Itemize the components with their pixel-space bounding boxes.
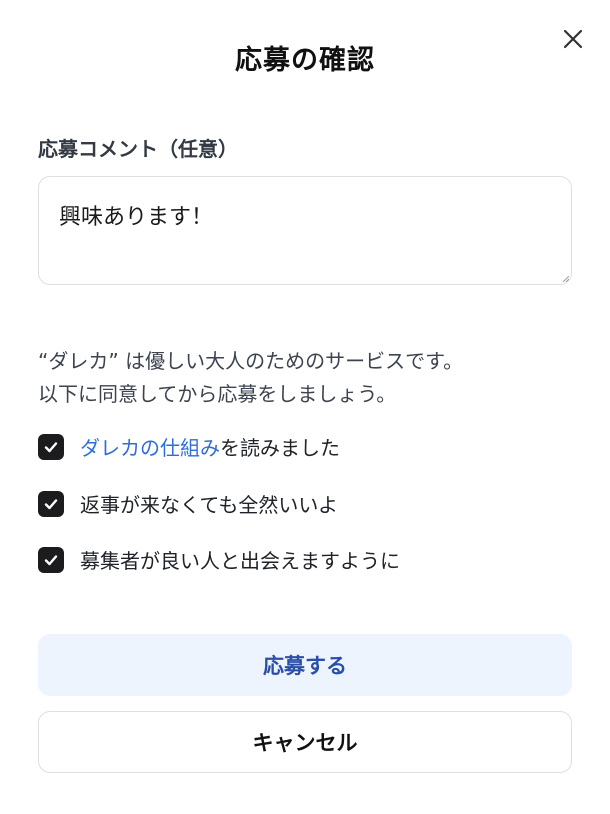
notice-line-1: “ダレカ” は優しい大人のためのサービスです。 [38,349,464,373]
agreement-row-1[interactable]: ダレカの仕組み を読みました [38,432,340,461]
apply-button[interactable]: 応募する [38,634,572,696]
agreement-checkbox-3[interactable] [38,546,64,573]
close-button[interactable] [560,26,586,52]
checkmark-icon [44,498,58,509]
close-icon [563,29,583,49]
cancel-button[interactable]: キャンセル [38,711,572,773]
agreement-checkbox-1[interactable] [38,433,64,460]
checkmark-icon [44,441,58,452]
apply-confirm-dialog: 応募の確認 応募コメント（任意） “ダレカ” は優しい大人のためのサービスです。… [0,0,610,814]
dialog-title: 応募の確認 [235,45,375,76]
agreement-text-1: を読みました [220,436,340,460]
comment-input[interactable] [38,176,572,285]
checkmark-icon [44,554,58,565]
resize-grip-icon[interactable] [563,276,569,282]
agreement-text-2: 返事が来なくても全然いいよ [80,493,338,517]
agreement-row-2[interactable]: 返事が来なくても全然いいよ [38,489,338,518]
agreement-row-3[interactable]: 募集者が良い人と出会えますように [38,545,400,574]
how-it-works-link[interactable]: ダレカの仕組み [80,432,220,461]
comment-label: 応募コメント（任意） [38,137,238,161]
agreement-checkbox-2[interactable] [38,490,64,517]
service-notice: “ダレカ” は優しい大人のためのサービスです。 以下に同意してから応募をしましょ… [38,345,463,411]
notice-line-2: 以下に同意してから応募をしましょう。 [38,382,397,406]
agreement-text-3: 募集者が良い人と出会えますように [80,549,400,573]
